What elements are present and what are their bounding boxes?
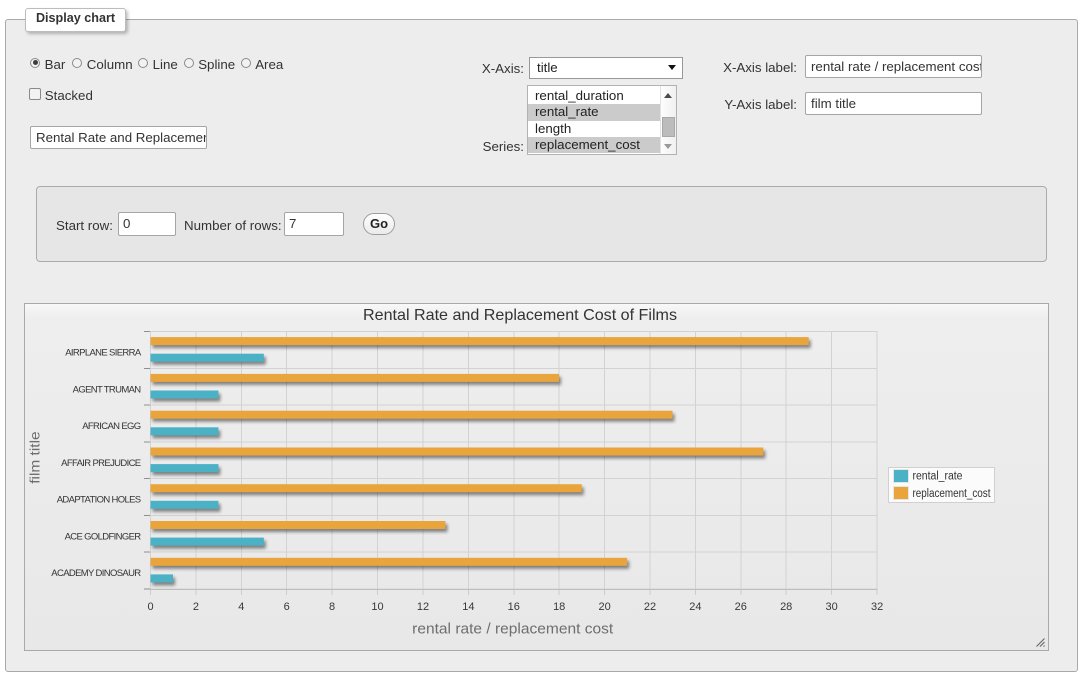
svg-text:ACE GOLDFINGER: ACE GOLDFINGER <box>65 531 142 542</box>
svg-text:replacement_cost: replacement_cost <box>913 488 992 500</box>
svg-text:8: 8 <box>329 601 335 613</box>
svg-text:0: 0 <box>147 601 153 613</box>
svg-text:Rental Rate and Replacement Co: Rental Rate and Replacement Cost of Film… <box>363 307 677 324</box>
svg-text:14: 14 <box>462 601 474 613</box>
svg-text:30: 30 <box>825 601 837 613</box>
svg-text:ADAPTATION HOLES: ADAPTATION HOLES <box>57 495 141 506</box>
svg-text:24: 24 <box>689 601 701 613</box>
svg-text:32: 32 <box>871 601 883 613</box>
svg-text:20: 20 <box>598 601 610 613</box>
svg-text:2: 2 <box>193 601 199 613</box>
svg-text:4: 4 <box>238 601 244 613</box>
svg-text:ACADEMY DINOSAUR: ACADEMY DINOSAUR <box>51 568 141 579</box>
svg-text:16: 16 <box>508 601 520 613</box>
svg-text:12: 12 <box>417 601 429 613</box>
svg-text:18: 18 <box>553 601 565 613</box>
svg-text:AIRPLANE SIERRA: AIRPLANE SIERRA <box>65 348 142 359</box>
svg-text:AGENT TRUMAN: AGENT TRUMAN <box>73 384 142 395</box>
svg-text:22: 22 <box>644 601 656 613</box>
svg-text:film title: film title <box>27 431 43 484</box>
svg-text:28: 28 <box>780 601 792 613</box>
svg-text:10: 10 <box>371 601 383 613</box>
svg-text:6: 6 <box>284 601 290 613</box>
svg-text:AFFAIR PREJUDICE: AFFAIR PREJUDICE <box>61 458 141 469</box>
svg-text:rental rate / replacement cost: rental rate / replacement cost <box>412 622 613 638</box>
svg-text:26: 26 <box>735 601 747 613</box>
svg-text:AFRICAN EGG: AFRICAN EGG <box>82 421 141 432</box>
svg-text:rental_rate: rental_rate <box>913 471 963 483</box>
